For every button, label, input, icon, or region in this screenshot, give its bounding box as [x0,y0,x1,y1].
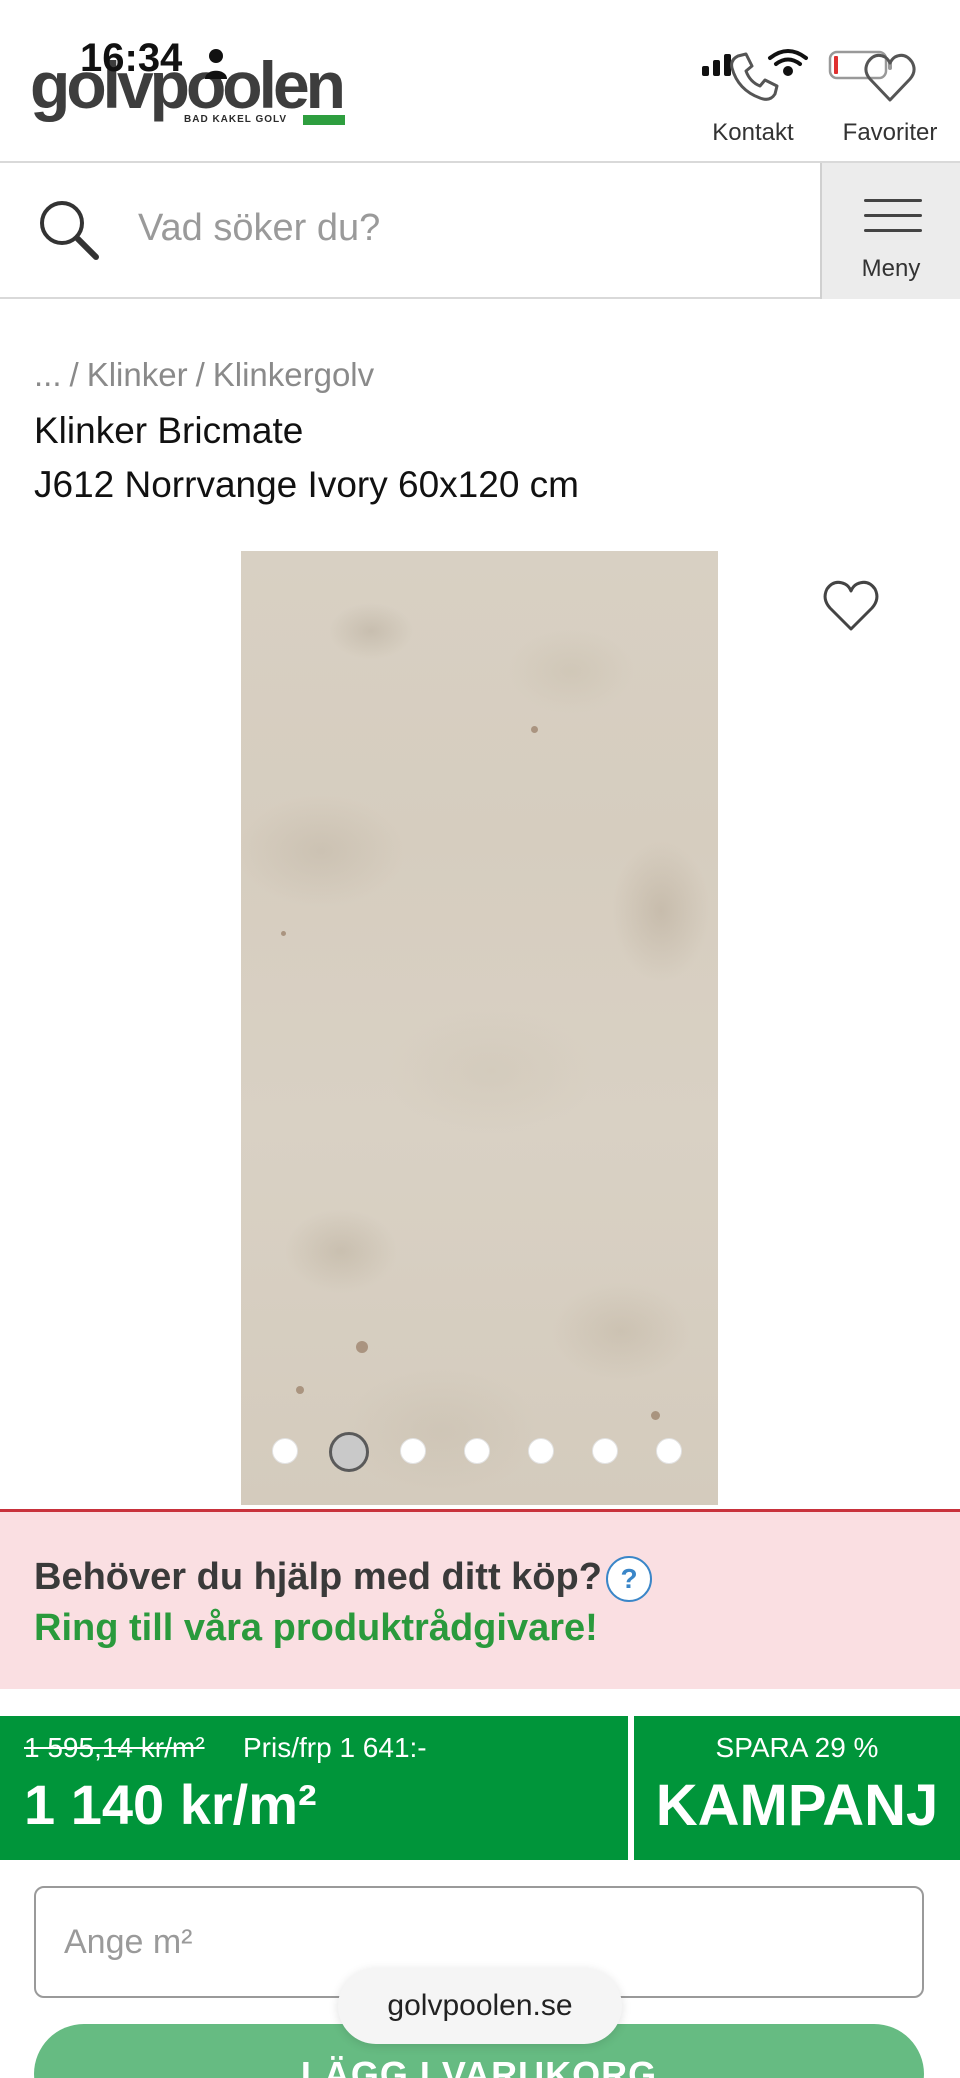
current-price: 1 140 kr/m² [24,1773,317,1836]
browser-url-pill[interactable]: golvpoolen.se [338,1968,622,2044]
product-image[interactable] [241,551,718,1505]
add-to-favorites-heart-icon[interactable] [820,576,882,634]
tile-texture-speck [531,726,538,733]
favorites-label: Favoriter [842,119,938,146]
menu-label: Meny [861,255,921,282]
carousel-dot[interactable] [400,1438,426,1464]
product-title-line1: Klinker Bricmate [34,410,304,451]
status-time: 16:34 [80,36,183,80]
contact-label: Kontakt [712,119,794,146]
carousel-dot[interactable] [592,1438,618,1464]
tile-texture-speck [281,931,286,936]
breadcrumb-separator: / [69,356,79,393]
search-icon[interactable] [36,197,102,263]
campaign-badge: SPARA 29 % KAMPANJ [634,1716,960,1860]
price-panel: 1 595,14 kr/m² Pris/frp 1 641:- 1 140 kr… [0,1716,628,1860]
product-title-line2: J612 Norrvange Ivory 60x120 cm [34,464,579,505]
breadcrumb-item-klinker[interactable]: Klinker [87,356,188,393]
old-price: 1 595,14 kr/m² [24,1732,205,1763]
menu-button[interactable]: Meny [820,163,960,299]
search-input[interactable] [138,193,798,263]
campaign-label: KAMPANJ [655,1773,939,1838]
tile-texture-speck [651,1411,660,1420]
contact-button[interactable]: Kontakt [700,44,806,147]
logo-accent-bar [303,115,345,125]
hamburger-icon [864,199,922,244]
breadcrumb-ellipsis[interactable]: ... [34,356,62,393]
carousel-dot[interactable] [656,1438,682,1464]
carousel-dot[interactable] [329,1432,369,1472]
carousel-dot[interactable] [464,1438,490,1464]
breadcrumb: ... / Klinker / Klinkergolv [34,356,374,394]
carousel-dot[interactable] [272,1438,298,1464]
breadcrumb-item-klinkergolv[interactable]: Klinkergolv [213,356,374,393]
help-question: Behöver du hjälp med ditt köp? [34,1556,602,1598]
search-bar: Meny [0,163,960,299]
logo-tagline: BAD KAKEL GOLV [184,114,288,125]
carousel-dot[interactable] [528,1438,554,1464]
heart-icon [864,53,916,102]
site-logo[interactable]: golvpoolen BAD KAKEL GOLV [30,48,346,125]
tile-texture-speck [356,1341,368,1353]
package-price: Pris/frp 1 641:- [243,1732,427,1763]
person-icon [205,49,227,79]
product-title: Klinker Bricmate J612 Norrvange Ivory 60… [34,404,579,512]
phone-icon [730,52,779,101]
site-header: golvpoolen BAD KAKEL GOLV 16:34 Kontakt [0,0,960,163]
logo-wordmark: golvpoolen [30,48,346,122]
call-advisors-link[interactable]: Ring till våra produktrådgivare! [34,1607,598,1650]
favorites-button[interactable]: Favoriter [834,44,946,147]
tile-texture-speck [296,1386,304,1394]
help-info-icon[interactable]: ? [606,1556,652,1602]
help-banner[interactable]: Behöver du hjälp med ditt köp? ? Ring ti… [0,1509,960,1689]
breadcrumb-separator: / [195,356,205,393]
save-percentage: SPARA 29 % [715,1732,879,1763]
